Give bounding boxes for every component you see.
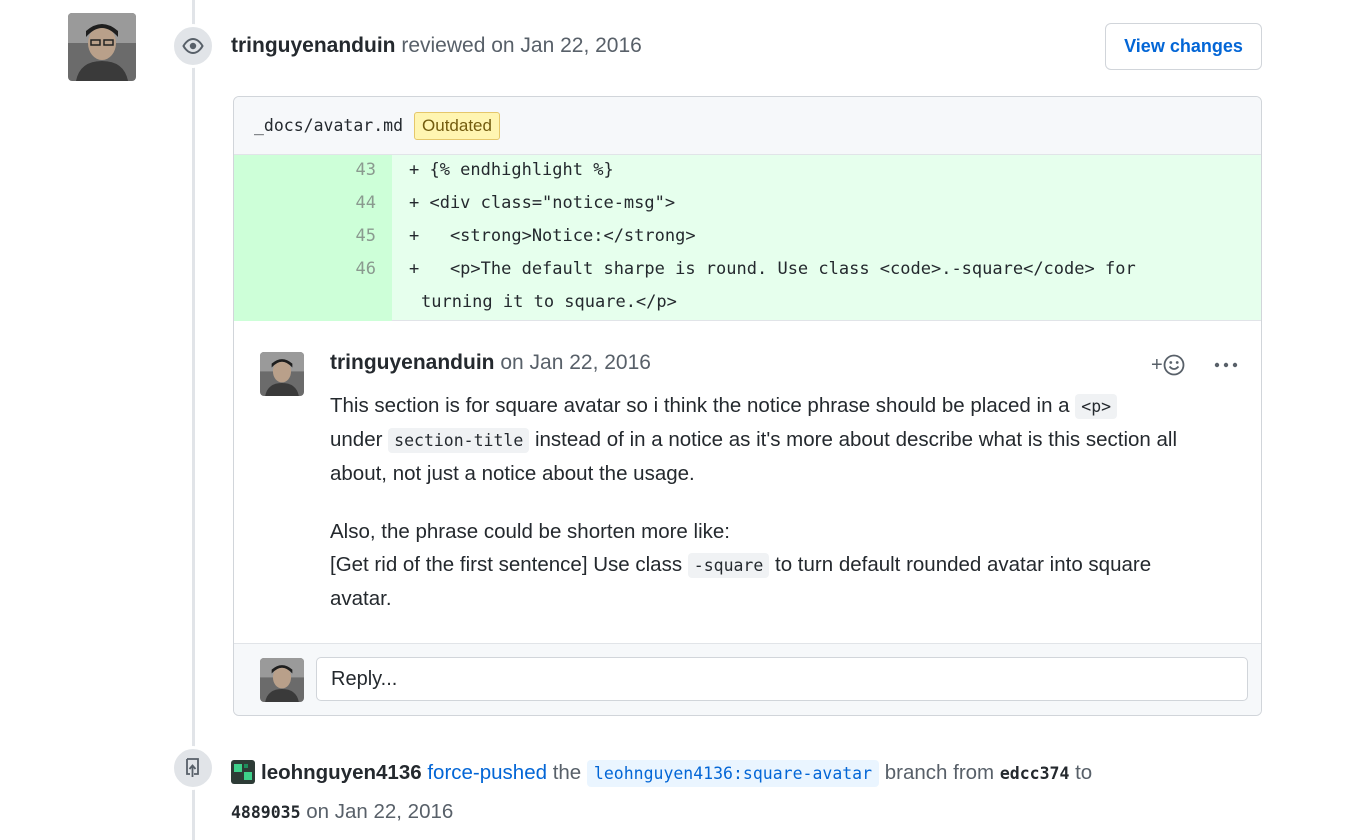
comment-paragraph: This section is for square avatar so i t… <box>330 389 1210 490</box>
comment-text: Also, the phrase could be shorten more l… <box>330 520 730 543</box>
comment-text: This section is for square avatar so i t… <box>330 394 1076 417</box>
line-code: + <div class="notice-msg"> <box>409 193 676 213</box>
kebab-horizontal-icon <box>1214 362 1238 368</box>
review-thread: _docs/avatar.md Outdated 43 + {% endhigh… <box>233 96 1262 716</box>
comment-text: [Get rid of the first sentence] Use clas… <box>330 553 688 576</box>
line-number[interactable]: 44 <box>234 193 376 213</box>
line-number[interactable]: 46 <box>234 259 376 279</box>
line-code-wrapped: turning it to square.</p> <box>421 292 677 312</box>
diff-line: 44 + <div class="notice-msg"> <box>234 188 1261 221</box>
review-header: tringuyenanduin reviewed on Jan 22, 2016 <box>231 34 642 58</box>
comment-avatar[interactable] <box>260 352 304 396</box>
comment-header: tringuyenanduin on Jan 22, 2016 <box>330 351 651 375</box>
pusher-name[interactable]: leohnguyen4136 <box>261 761 422 784</box>
comment-body: This section is for square avatar so i t… <box>330 389 1210 640</box>
comment-author[interactable]: tringuyenanduin <box>330 351 495 374</box>
push-date[interactable]: on Jan 22, 2016 <box>301 800 453 823</box>
comment-options-button[interactable] <box>1212 350 1240 380</box>
line-code: + {% endhighlight %} <box>409 160 614 180</box>
pusher-avatar[interactable] <box>231 760 255 784</box>
line-code: + <strong>Notice:</strong> <box>409 226 696 246</box>
to-commit-sha[interactable]: 4889035 <box>231 803 301 822</box>
diff-line: 46 + <p>The default sharpe is round. Use… <box>234 254 1261 287</box>
line-number[interactable]: 43 <box>234 160 376 180</box>
line-number[interactable]: 45 <box>234 226 376 246</box>
from-commit-sha[interactable]: edcc374 <box>1000 764 1070 783</box>
smiley-icon <box>1163 354 1185 376</box>
review-action: reviewed on Jan 22, 2016 <box>401 34 642 57</box>
diff-line: 45 + <strong>Notice:</strong> <box>234 221 1261 254</box>
push-text: branch from <box>879 761 1000 784</box>
eye-icon <box>182 38 204 54</box>
diff-hunk: 43 + {% endhighlight %} 44 + <div class=… <box>234 155 1261 321</box>
inline-code: section-title <box>388 428 530 453</box>
review-comment: tringuyenanduin on Jan 22, 2016 + This s… <box>234 322 1261 642</box>
view-changes-button[interactable]: View changes <box>1105 23 1262 70</box>
diff-line-wrap: turning it to square.</p> <box>234 287 1261 320</box>
comment-text: under <box>330 428 389 451</box>
reply-avatar <box>260 658 304 702</box>
repo-push-icon <box>186 758 199 777</box>
line-code: + <p>The default sharpe is round. Use cl… <box>409 259 1136 279</box>
comment-paragraph: Also, the phrase could be shorten more l… <box>330 515 1210 615</box>
outdated-label: Outdated <box>414 111 500 140</box>
diff-line: 43 + {% endhighlight %} <box>234 155 1261 188</box>
review-author[interactable]: tringuyenanduin <box>231 34 396 57</box>
push-text: to <box>1069 761 1093 784</box>
comment-date[interactable]: on Jan 22, 2016 <box>500 351 651 374</box>
reaction-plus: + <box>1151 353 1163 376</box>
reply-area <box>234 643 1261 715</box>
push-event: leohnguyen4136 force-pushed the leohnguy… <box>231 754 1231 832</box>
force-pushed-link[interactable]: force-pushed <box>427 761 547 784</box>
push-text: the <box>547 761 587 784</box>
file-header: _docs/avatar.md Outdated <box>234 97 1261 155</box>
add-reaction-button[interactable]: + <box>1151 350 1197 380</box>
inline-code: -square <box>687 553 770 578</box>
file-path[interactable]: _docs/avatar.md <box>254 116 403 135</box>
eye-icon-badge <box>171 24 215 68</box>
branch-label[interactable]: leohnguyen4136:square-avatar <box>586 760 880 787</box>
reviewer-avatar[interactable] <box>68 13 136 81</box>
inline-code: <p> <box>1075 394 1118 419</box>
timeline-line <box>192 0 195 840</box>
repo-push-icon-badge <box>171 746 215 790</box>
reply-input[interactable] <box>316 657 1248 701</box>
